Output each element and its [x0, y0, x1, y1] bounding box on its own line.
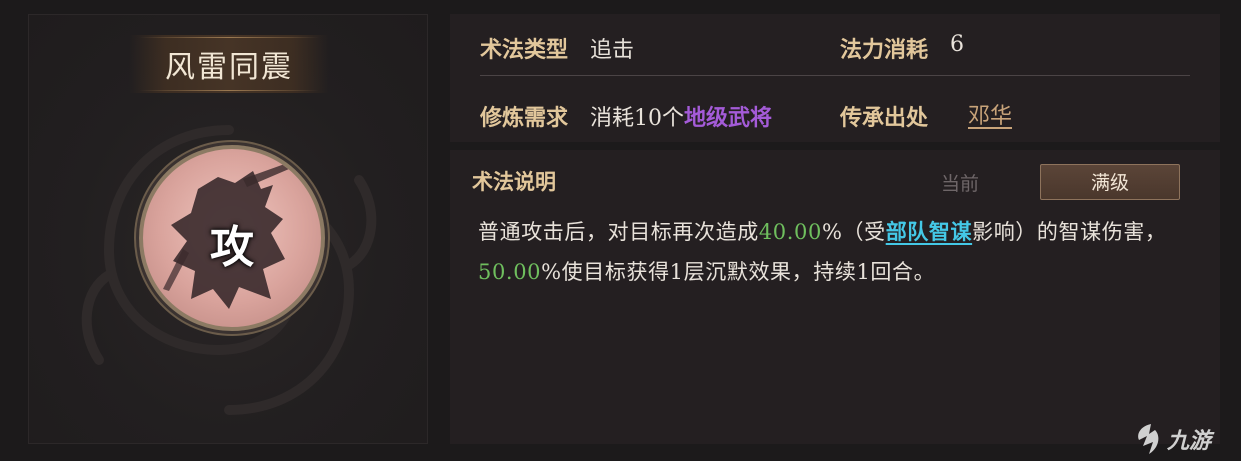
skill-info-panel: 术法类型 追击 法力消耗 6 修炼需求 消耗10个地级武将 传承出处 邓华 — [450, 14, 1220, 142]
mana-value: 6 — [950, 32, 964, 57]
requirement-value: 消耗10个地级武将 — [590, 100, 772, 132]
troop-intelligence-link[interactable]: 部队智谋 — [886, 219, 972, 244]
requirement-highlight: 地级武将 — [684, 105, 773, 131]
requirement-label: 修炼需求 — [480, 105, 569, 131]
damage-percent: 40.00 — [758, 220, 822, 244]
skill-title-plate: 风雷同震 — [129, 35, 329, 93]
type-value: 追击 — [590, 38, 635, 63]
skill-type-char: 攻 — [210, 222, 254, 273]
source-link[interactable]: 邓华 — [968, 98, 1012, 130]
skill-emblem: 攻 — [139, 145, 325, 331]
skill-name: 风雷同震 — [165, 50, 293, 85]
tab-max-level[interactable]: 满级 — [1040, 164, 1180, 200]
skill-description-panel: 术法说明 当前 满级 普通攻击后，对目标再次造成40.00%（受部队智谋影响）的… — [450, 150, 1220, 444]
description-part-1: 普通攻击后，对目标再次造成 — [478, 220, 759, 244]
description-part-3: 影响）的智谋伤害， — [972, 220, 1167, 244]
description-text: 普通攻击后，对目标再次造成40.00%（受部队智谋影响）的智谋伤害， 50.00%… — [478, 212, 1200, 292]
type-label: 术法类型 — [480, 37, 569, 63]
watermark-text: 九游 — [1167, 429, 1212, 454]
watermark: 九游 — [1133, 419, 1233, 459]
jiuyou-logo-icon — [1138, 424, 1159, 454]
silence-chance-percent: 50.00 — [478, 260, 542, 284]
requirement-prefix: 消耗10个 — [590, 106, 684, 131]
info-divider — [480, 75, 1190, 76]
source-label: 传承出处 — [840, 105, 929, 131]
description-part-4: %使目标获得1层沉默效果，持续1回合。 — [541, 260, 936, 284]
description-part-2: %（受 — [821, 220, 886, 244]
skill-portrait-panel: 风雷同震 攻 — [28, 14, 428, 444]
tab-current[interactable]: 当前 — [915, 168, 1005, 200]
description-title: 术法说明 — [472, 169, 556, 194]
mana-label: 法力消耗 — [840, 37, 929, 63]
